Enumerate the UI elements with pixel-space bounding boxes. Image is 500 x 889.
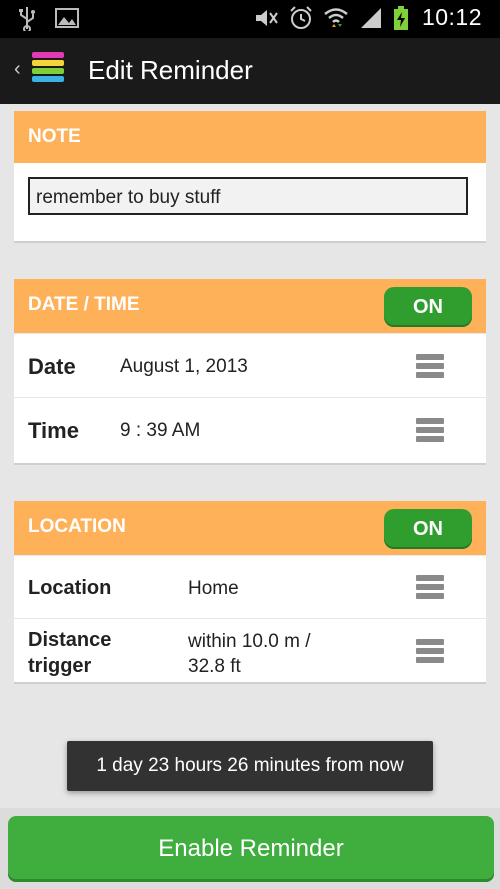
wifi-icon	[324, 7, 348, 27]
distance-trigger-value-line2: 32.8 ft	[188, 656, 241, 677]
usb-icon	[19, 7, 35, 31]
time-value: 9 : 39 AM	[120, 420, 201, 441]
note-card: NOTE remember to buy stuff	[14, 111, 486, 243]
datetime-header-label: DATE / TIME	[28, 294, 140, 315]
distance-trigger-row[interactable]: Distance trigger within 10.0 m / 32.8 ft	[14, 618, 486, 683]
location-value: Home	[188, 578, 239, 599]
location-picker-icon[interactable]	[416, 575, 444, 599]
note-header-label: NOTE	[28, 126, 81, 147]
location-header-label: LOCATION	[28, 516, 126, 537]
location-row[interactable]: Location Home	[14, 555, 486, 618]
datetime-header: DATE / TIME ON	[14, 279, 486, 333]
location-toggle[interactable]: ON	[384, 509, 472, 549]
location-card: LOCATION ON Location Home Distance trigg…	[14, 501, 486, 684]
app-logo-icon[interactable]	[30, 50, 66, 88]
distance-trigger-label: Distance trigger	[28, 627, 111, 679]
alarm-icon	[290, 5, 312, 29]
date-label: Date	[28, 354, 76, 379]
time-picker-icon[interactable]	[416, 418, 444, 442]
date-picker-icon[interactable]	[416, 354, 444, 378]
time-row[interactable]: Time 9 : 39 AM	[14, 397, 486, 461]
datetime-card: DATE / TIME ON Date August 1, 2013 Time …	[14, 279, 486, 465]
status-bar: 10:12	[0, 0, 500, 38]
date-row[interactable]: Date August 1, 2013	[14, 333, 486, 397]
date-value: August 1, 2013	[120, 356, 248, 377]
action-bar: ‹ Edit Reminder	[0, 38, 500, 104]
note-header: NOTE	[14, 111, 486, 163]
mute-icon	[255, 9, 278, 26]
clock-time: 10:12	[421, 4, 482, 30]
location-header: LOCATION ON	[14, 501, 486, 555]
screen-title: Edit Reminder	[88, 55, 253, 85]
image-icon	[55, 8, 79, 28]
distance-trigger-label-line2: trigger	[28, 655, 92, 677]
location-label: Location	[28, 577, 112, 599]
distance-trigger-label-line1: Distance	[28, 629, 112, 651]
distance-trigger-value-line1: within 10.0 m /	[188, 631, 311, 652]
signal-icon	[360, 7, 381, 28]
time-remaining-toast: 1 day 23 hours 26 minutes from now	[67, 741, 433, 791]
distance-picker-icon[interactable]	[416, 639, 444, 663]
time-label: Time	[28, 418, 79, 443]
datetime-toggle[interactable]: ON	[384, 287, 472, 327]
back-chevron-icon[interactable]: ‹	[14, 58, 21, 81]
battery-charging-icon	[393, 5, 408, 30]
enable-reminder-button[interactable]: Enable Reminder	[8, 816, 494, 882]
distance-trigger-value: within 10.0 m / 32.8 ft	[188, 629, 311, 679]
note-input[interactable]: remember to buy stuff	[28, 177, 468, 215]
